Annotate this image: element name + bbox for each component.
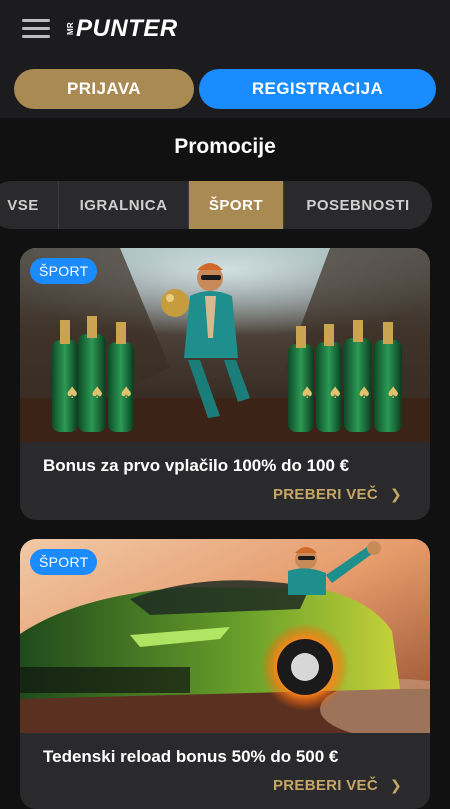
- tab-posebnosti[interactable]: POSEBNOSTI: [284, 181, 432, 229]
- category-tabs: VSE IGRALNICA ŠPORT POSEBNOSTI: [0, 181, 432, 229]
- logo-prefix: MR: [66, 22, 75, 36]
- svg-text:♠: ♠: [386, 383, 400, 402]
- brand-logo[interactable]: MR PUNTER: [66, 14, 178, 44]
- tab-sport[interactable]: ŠPORT: [189, 181, 284, 229]
- promo-title: Bonus za prvo vplačilo 100% do 100 €: [43, 456, 350, 475]
- read-more-link[interactable]: PREBERI VEČ ❯: [273, 777, 402, 794]
- svg-text:♠: ♠: [90, 383, 104, 402]
- promo-card[interactable]: ŠPORT Tedenski reload bonus 50% do 500 €…: [20, 539, 430, 809]
- login-button[interactable]: PRIJAVA: [14, 69, 194, 109]
- svg-text:♠: ♠: [357, 383, 371, 402]
- svg-text:♠: ♠: [65, 383, 79, 402]
- read-more-label: PREBERI VEČ: [272, 777, 378, 794]
- promo-title: Tedenski reload bonus 50% do 500 €: [43, 747, 339, 766]
- chevron-right-icon: ❯: [389, 486, 402, 502]
- hamburger-menu-icon[interactable]: [22, 18, 50, 40]
- tab-vse[interactable]: VSE: [0, 181, 59, 229]
- read-more-link[interactable]: PREBERI VEČ ❯: [273, 486, 402, 503]
- read-more-label: PREBERI VEČ: [272, 486, 378, 503]
- category-badge: ŠPORT: [30, 549, 98, 575]
- svg-text:♠: ♠: [119, 383, 133, 402]
- logo-word: PUNTER: [76, 15, 178, 42]
- svg-text:♠: ♠: [300, 383, 314, 402]
- page-title: Promocije: [174, 135, 276, 158]
- chevron-right-icon: ❯: [389, 777, 402, 793]
- tab-igralnica[interactable]: IGRALNICA: [59, 181, 189, 229]
- app-header: MR PUNTER PRIJAVA REGISTRACIJA: [0, 0, 450, 118]
- register-button[interactable]: REGISTRACIJA: [199, 69, 436, 109]
- svg-text:♠: ♠: [328, 383, 342, 402]
- category-badge: ŠPORT: [30, 258, 98, 284]
- promo-card[interactable]: ♠ ♠ ♠ ♠ ♠ ♠ ♠ ŠPORT Bonus za prvo vplači…: [20, 248, 430, 520]
